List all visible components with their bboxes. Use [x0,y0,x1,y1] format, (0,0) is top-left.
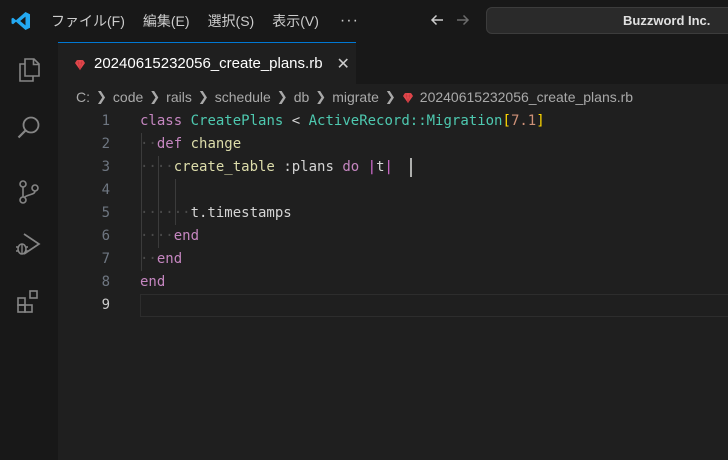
whitespace: ···· [140,228,174,244]
token-bracket: [ [502,113,511,129]
token-keyword: do [342,159,360,175]
token-bracket: ] [536,113,545,129]
activity-bar [0,42,58,460]
chevron-right-icon: ❯ [149,89,161,104]
code-line-2: 2 ··def change [58,133,728,156]
run-debug-icon[interactable] [0,220,58,268]
whitespace: ·· [140,136,157,152]
ruby-file-icon [74,58,86,70]
breadcrumb-item-rails[interactable]: rails [166,89,192,105]
title-bar: ファイル(F) 編集(E) 選択(S) 表示(V) ··· Buzzword I… [0,0,728,42]
explorer-icon[interactable] [0,46,58,94]
line-number: 2 [101,136,110,152]
search-icon[interactable] [0,104,58,152]
code-text: ····create_table :plans do |t| [140,156,393,179]
token-keyword: def [156,136,183,152]
token-operator: < [291,113,301,129]
chevron-right-icon: ❯ [315,89,327,104]
ruby-file-icon [402,91,414,104]
text-cursor [410,158,412,177]
source-control-icon[interactable] [0,168,58,216]
line-number: 4 [101,182,110,198]
token-method-call: t.timestamps [190,205,292,221]
menu-file[interactable]: ファイル(F) [42,0,134,42]
line-number: 9 [101,297,110,313]
token-keyword: class [140,113,183,129]
tab-label: 20240615232056_create_plans.rb [94,55,323,72]
breadcrumb: C: ❯ code ❯ rails ❯ schedule ❯ db ❯ migr… [76,86,633,108]
arrow-right-icon[interactable] [455,12,471,31]
token-keyword: end [173,228,200,244]
token-symbol: :plans [283,159,334,175]
token-class: ActiveRecord::Migration [308,113,503,129]
token-class: CreatePlans [190,113,284,129]
token-number: 7.1 [510,113,537,129]
breadcrumb-item-drive[interactable]: C: [76,89,90,105]
token-keyword: end [156,251,183,267]
whitespace: ······ [140,205,191,221]
menu-view[interactable]: 表示(V) [263,0,328,42]
tab-create-plans[interactable]: 20240615232056_create_plans.rb ✕ [58,42,356,84]
line-number: 8 [101,274,110,290]
code-text: ··end [140,248,182,271]
code-line-7: 7 ··end [58,248,728,271]
chevron-right-icon: ❯ [384,89,396,104]
code-line-3: 3 ····create_table :plans do |t| [58,156,728,179]
code-line-5: 5 ······t.timestamps [58,202,728,225]
menu-bar: ファイル(F) 編集(E) 選択(S) 表示(V) ··· [42,0,371,42]
line-number: 5 [101,205,110,221]
chevron-right-icon: ❯ [96,89,107,104]
navigation-arrows [429,12,471,31]
whitespace: ·· [140,251,157,267]
tab-bar: 20240615232056_create_plans.rb ✕ [58,42,728,84]
code-line-9: 9 [58,294,728,317]
code-text: ····end [140,225,199,248]
arrow-left-icon[interactable] [429,12,445,31]
menu-edit[interactable]: 編集(E) [134,0,199,42]
breadcrumb-item-db[interactable]: db [294,89,310,105]
code-text: ··def change [140,133,241,156]
chevron-right-icon: ❯ [197,89,209,104]
line-number: 7 [101,251,110,267]
line-number: 3 [101,159,110,175]
extensions-icon[interactable] [0,278,58,326]
current-line-highlight [140,294,728,317]
token-function: create_table [173,159,275,175]
vscode-logo-icon [0,0,42,42]
code-text: class CreatePlans < ActiveRecord::Migrat… [140,110,545,133]
line-number: 1 [101,113,110,129]
command-center-label: Buzzword Inc. [623,13,711,28]
code-line-6: 6 ····end [58,225,728,248]
command-center[interactable]: Buzzword Inc. [486,7,728,34]
breadcrumb-item-schedule[interactable]: schedule [215,89,271,105]
line-number: 6 [101,228,110,244]
code-text: end [140,271,165,294]
token-pipe: | [384,159,393,175]
token-keyword: end [140,274,166,290]
menu-more-button[interactable]: ··· [328,12,371,30]
breadcrumb-item-code[interactable]: code [113,89,143,105]
menu-selection[interactable]: 選択(S) [199,0,264,42]
code-editor[interactable]: 1 class CreatePlans < ActiveRecord::Migr… [58,110,728,460]
code-line-4: 4 [58,179,728,202]
token-pipe: | [367,159,377,175]
token-variable: t [376,159,385,175]
code-line-1: 1 class CreatePlans < ActiveRecord::Migr… [58,110,728,133]
breadcrumb-item-file[interactable]: 20240615232056_create_plans.rb [420,89,633,105]
chevron-right-icon: ❯ [276,89,288,104]
breadcrumb-item-migrate[interactable]: migrate [332,89,379,105]
whitespace: ···· [140,159,174,175]
code-text: ······t.timestamps [140,202,292,225]
code-line-8: 8 end [58,271,728,294]
close-icon[interactable]: ✕ [337,54,350,74]
token-function: change [190,136,242,152]
